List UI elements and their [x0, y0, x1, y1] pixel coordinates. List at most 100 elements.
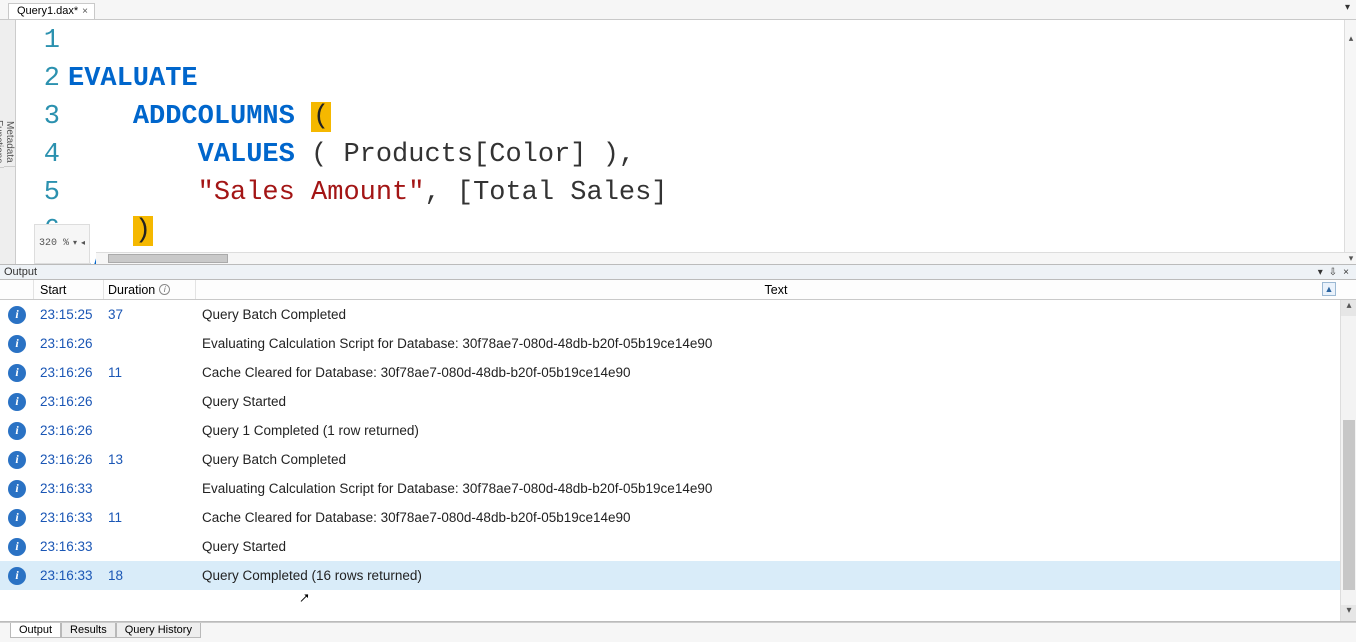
output-row[interactable]: 23:16:2613Query Batch Completed	[0, 445, 1340, 474]
row-duration: 13	[104, 452, 196, 467]
token-text: ( Products[Color] ),	[295, 140, 635, 170]
matched-paren-close: )	[133, 216, 153, 246]
matched-paren-open: (	[311, 102, 331, 132]
token-ws	[295, 102, 311, 132]
row-text: Query Batch Completed	[196, 452, 1340, 467]
column-header-start[interactable]: Start	[34, 280, 104, 299]
tab-overflow-icon[interactable]: ▾	[1345, 2, 1350, 13]
code-editor[interactable]: 1 2 3 4 5 6 EVALUATE ADDCOLUMNS ( VALUES…	[16, 20, 1356, 264]
editor-vertical-scrollbar[interactable]: ▴ ▾	[1344, 20, 1356, 252]
output-row[interactable]: 23:16:26 Query Started	[0, 387, 1340, 416]
output-vertical-scrollbar[interactable]: ▴ ▾	[1340, 300, 1356, 621]
info-icon: i	[159, 284, 170, 295]
output-row[interactable]: 23:16:26 Evaluating Calculation Script fo…	[0, 329, 1340, 358]
column-header-icon[interactable]	[0, 280, 34, 299]
row-info-icon	[0, 393, 34, 411]
row-text: Query Completed (16 rows returned)	[196, 568, 1340, 583]
side-tool-strip: Metadata Functions DMV	[0, 20, 16, 264]
row-start: 23:16:26	[34, 423, 104, 438]
sort-ascending-icon[interactable]: ▲	[1322, 282, 1336, 296]
row-text: Evaluating Calculation Script for Databa…	[196, 481, 1340, 496]
bottom-tab-query-history[interactable]: Query History	[116, 623, 201, 638]
output-grid-body[interactable]: 23:15:2537Query Batch Completed23:16:26E…	[0, 300, 1340, 621]
document-tab-bar: Query1.dax* × ▾	[0, 0, 1356, 20]
token-ws	[68, 102, 133, 132]
panel-close-icon[interactable]: ×	[1340, 267, 1352, 278]
bottom-tab-results[interactable]: Results	[61, 623, 116, 638]
row-start: 23:16:33	[34, 481, 104, 496]
panel-dropdown-icon[interactable]: ▾	[1315, 267, 1326, 278]
zoom-indicator[interactable]: 320 % ▾ ◂	[34, 224, 90, 264]
output-row[interactable]: 23:16:3318Query Completed (16 rows retur…	[0, 561, 1340, 590]
row-info-icon	[0, 422, 34, 440]
output-row[interactable]: 23:16:33 Evaluating Calculation Script fo…	[0, 474, 1340, 503]
bottom-tab-output[interactable]: Output	[10, 623, 61, 638]
row-text: Cache Cleared for Database: 30f78ae7-080…	[196, 365, 1340, 380]
scroll-up-icon[interactable]: ▴	[1345, 20, 1356, 32]
bottom-tab-bar: Output Results Query History	[0, 622, 1356, 642]
output-panel-titlebar: Output ▾ ⇩ ×	[0, 264, 1356, 280]
output-row[interactable]: 23:15:2537Query Batch Completed	[0, 300, 1340, 329]
output-row[interactable]: 23:16:2611Cache Cleared for Database: 30…	[0, 358, 1340, 387]
row-info-icon	[0, 451, 34, 469]
row-info-icon	[0, 335, 34, 353]
output-grid-header: Start Duration i Text ▲	[0, 280, 1356, 300]
row-info-icon	[0, 364, 34, 382]
row-text: Cache Cleared for Database: 30f78ae7-080…	[196, 510, 1340, 525]
token-function: VALUES	[198, 140, 295, 170]
code-content: EVALUATE ADDCOLUMNS ( VALUES ( Products[…	[68, 22, 668, 264]
line-number: 3	[16, 98, 68, 136]
row-info-icon	[0, 306, 34, 324]
zoom-left-icon[interactable]: ◂	[81, 225, 85, 263]
row-start: 23:16:33	[34, 568, 104, 583]
side-tab-metadata[interactable]: Metadata	[4, 117, 15, 168]
zoom-value: 320 %	[39, 225, 69, 263]
row-info-icon	[0, 509, 34, 527]
side-tab-functions[interactable]: Functions	[0, 116, 4, 168]
panel-pin-icon[interactable]: ⇩	[1326, 267, 1340, 278]
token-keyword: EVALUATE	[68, 64, 198, 94]
scroll-thumb[interactable]	[108, 254, 228, 263]
token-text: , [Total Sales]	[424, 178, 667, 208]
output-panel: Start Duration i Text ▲ 23:15:2537Query …	[0, 280, 1356, 622]
document-tab-title: Query1.dax*	[17, 5, 78, 17]
output-row[interactable]: 23:16:3311Cache Cleared for Database: 30…	[0, 503, 1340, 532]
token-ws	[68, 178, 198, 208]
row-start: 23:16:33	[34, 539, 104, 554]
token-function: ADDCOLUMNS	[133, 102, 295, 132]
row-start: 23:16:26	[34, 394, 104, 409]
row-info-icon	[0, 538, 34, 556]
scroll-down-icon[interactable]: ▾	[1345, 240, 1356, 252]
output-row[interactable]: 23:16:33Query Started	[0, 532, 1340, 561]
output-row[interactable]: 23:16:26 Query 1 Completed (1 row returne…	[0, 416, 1340, 445]
row-duration: 37	[104, 307, 196, 322]
column-header-duration[interactable]: Duration i	[104, 280, 196, 299]
line-number: 2	[16, 60, 68, 98]
line-number-gutter: 1 2 3 4 5 6	[16, 22, 68, 250]
output-panel-title: Output	[4, 266, 37, 278]
column-header-text[interactable]: Text	[196, 280, 1356, 299]
token-ws	[68, 140, 198, 170]
row-start: 23:15:25	[34, 307, 104, 322]
document-tab[interactable]: Query1.dax* ×	[8, 3, 95, 19]
row-duration: 18	[104, 568, 196, 583]
row-info-icon	[0, 567, 34, 585]
row-start: 23:16:26	[34, 365, 104, 380]
zoom-dropdown-icon[interactable]: ▾	[73, 225, 77, 263]
line-number: 4	[16, 136, 68, 174]
scroll-left-icon[interactable]: ◂	[96, 253, 108, 264]
row-text: Query Started	[196, 394, 1340, 409]
scroll-up-icon[interactable]: ▴	[1341, 300, 1356, 316]
row-start: 23:16:26	[34, 336, 104, 351]
row-text: Query 1 Completed (1 row returned)	[196, 423, 1340, 438]
close-tab-icon[interactable]: ×	[82, 6, 88, 17]
scroll-down-icon[interactable]: ▾	[1341, 605, 1356, 621]
editor-horizontal-scrollbar[interactable]: ◂ ▸	[96, 252, 1356, 264]
scroll-thumb[interactable]	[1343, 420, 1355, 590]
row-text: Evaluating Calculation Script for Databa…	[196, 336, 1340, 351]
row-info-icon	[0, 480, 34, 498]
row-duration: 11	[104, 510, 196, 525]
row-start: 23:16:26	[34, 452, 104, 467]
row-text: Query Batch Completed	[196, 307, 1340, 322]
line-number: 5	[16, 174, 68, 212]
